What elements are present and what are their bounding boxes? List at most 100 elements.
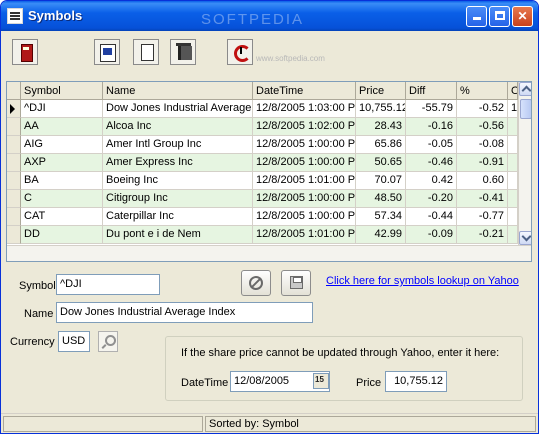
cell-name[interactable]: Citigroup Inc <box>103 190 253 208</box>
currency-input[interactable]: USD <box>58 331 90 352</box>
cell-price[interactable]: 57.34 <box>356 208 406 226</box>
cell-price[interactable]: 65.86 <box>356 136 406 154</box>
cell-percent[interactable]: -0.77 <box>457 208 508 226</box>
trash-icon[interactable] <box>170 39 196 65</box>
cell-percent[interactable]: -0.41 <box>457 190 508 208</box>
cell-diff[interactable]: -0.09 <box>406 226 457 244</box>
cell-name[interactable]: Amer Express Inc <box>103 154 253 172</box>
cell-datetime[interactable]: 12/8/2005 1:01:00 PM <box>253 172 356 190</box>
calendar-icon[interactable] <box>313 373 329 389</box>
cell-datetime[interactable]: 12/8/2005 1:00:00 PM <box>253 208 356 226</box>
cell-percent[interactable]: -0.52 <box>457 100 508 118</box>
horizontal-scrollbar[interactable] <box>7 245 531 261</box>
scroll-down-button[interactable] <box>519 231 531 245</box>
column-header-datetime[interactable]: DateTime <box>253 82 356 100</box>
cell-price[interactable]: 70.07 <box>356 172 406 190</box>
cell-name[interactable]: Amer Intl Group Inc <box>103 136 253 154</box>
cell-diff[interactable]: -0.05 <box>406 136 457 154</box>
cell-symbol[interactable]: BA <box>21 172 103 190</box>
vertical-scrollbar[interactable] <box>518 82 531 245</box>
cell-price[interactable]: 48.50 <box>356 190 406 208</box>
cell-name[interactable]: Boeing Inc <box>103 172 253 190</box>
cell-percent[interactable]: 0.60 <box>457 172 508 190</box>
cell-diff[interactable]: -0.44 <box>406 208 457 226</box>
cell-price[interactable]: 28.43 <box>356 118 406 136</box>
cell-percent[interactable]: -0.08 <box>457 136 508 154</box>
cell-open[interactable] <box>508 208 518 226</box>
column-header-symbol[interactable]: Symbol <box>21 82 103 100</box>
cell-open[interactable] <box>508 118 518 136</box>
cell-symbol[interactable]: AIG <box>21 136 103 154</box>
column-header-name[interactable]: Name <box>103 82 253 100</box>
row-indicator[interactable] <box>7 190 21 208</box>
cell-price[interactable]: 10,755.12 <box>356 100 406 118</box>
column-header-percent[interactable]: % <box>457 82 508 100</box>
cell-diff[interactable]: -55.79 <box>406 100 457 118</box>
cell-diff[interactable]: -0.16 <box>406 118 457 136</box>
cell-open[interactable] <box>508 154 518 172</box>
cell-datetime[interactable]: 12/8/2005 1:01:00 PM <box>253 226 356 244</box>
table-row[interactable]: AIG Amer Intl Group Inc 12/8/2005 1:00:00 … <box>7 136 518 154</box>
cell-datetime[interactable]: 12/8/2005 1:02:00 PM <box>253 118 356 136</box>
table-row[interactable]: BA Boeing Inc 12/8/2005 1:01:00 PM 70.07 0.4… <box>7 172 518 190</box>
scroll-thumb[interactable] <box>520 99 531 119</box>
cell-symbol[interactable]: C <box>21 190 103 208</box>
cell-open[interactable] <box>508 172 518 190</box>
minimize-button[interactable] <box>466 6 487 27</box>
symbols-grid[interactable]: Symbol Name DateTime Price Diff % O ^DJI… <box>6 81 532 262</box>
search-icon[interactable] <box>98 331 118 352</box>
cell-name[interactable]: Alcoa Inc <box>103 118 253 136</box>
cell-datetime[interactable]: 12/8/2005 1:00:00 PM <box>253 154 356 172</box>
cell-price[interactable]: 50.65 <box>356 154 406 172</box>
row-indicator[interactable] <box>7 100 21 118</box>
row-indicator[interactable] <box>7 118 21 136</box>
row-indicator[interactable] <box>7 208 21 226</box>
table-row[interactable]: DD Du pont e i de Nem 12/8/2005 1:01:00 PM… <box>7 226 518 244</box>
cell-diff[interactable]: -0.20 <box>406 190 457 208</box>
cell-datetime[interactable]: 12/8/2005 1:03:00 PM <box>253 100 356 118</box>
cell-name[interactable]: Caterpillar Inc <box>103 208 253 226</box>
column-header-price[interactable]: Price <box>356 82 406 100</box>
cell-price[interactable]: 42.99 <box>356 226 406 244</box>
close-button[interactable]: ✕ <box>512 6 533 27</box>
cell-open[interactable]: 10 <box>508 100 518 118</box>
cell-open[interactable] <box>508 226 518 244</box>
yahoo-lookup-link[interactable]: Click here for symbols lookup on Yahoo <box>326 275 519 287</box>
cell-percent[interactable]: -0.56 <box>457 118 508 136</box>
save-button[interactable] <box>281 270 311 296</box>
cell-percent[interactable]: -0.21 <box>457 226 508 244</box>
cell-symbol[interactable]: CAT <box>21 208 103 226</box>
symbol-input[interactable]: ^DJI <box>56 274 160 295</box>
table-row[interactable]: ^DJIDow Jones Industrial Average Index12… <box>7 100 518 118</box>
import-icon[interactable] <box>94 39 120 65</box>
column-header-diff[interactable]: Diff <box>406 82 457 100</box>
row-indicator[interactable] <box>7 136 21 154</box>
cell-name[interactable]: Dow Jones Industrial Average Index <box>103 100 253 118</box>
column-header-open[interactable]: O <box>508 82 518 100</box>
row-indicator[interactable] <box>7 154 21 172</box>
maximize-button[interactable] <box>489 6 510 27</box>
row-indicator[interactable] <box>7 172 21 190</box>
price-input[interactable]: 10,755.12 <box>385 371 447 392</box>
table-row[interactable]: AXP Amer Express Inc 12/8/2005 1:00:00 PM 5… <box>7 154 518 172</box>
cell-open[interactable] <box>508 190 518 208</box>
new-document-icon[interactable] <box>133 39 159 65</box>
name-input[interactable]: Dow Jones Industrial Average Index <box>56 302 313 323</box>
cell-open[interactable] <box>508 136 518 154</box>
table-row[interactable]: AA Alcoa Inc 12/8/2005 1:02:00 PM 28.43 -0.1… <box>7 118 518 136</box>
exit-icon[interactable] <box>12 39 38 65</box>
cell-name[interactable]: Du pont e i de Nem <box>103 226 253 244</box>
cell-symbol[interactable]: DD <box>21 226 103 244</box>
table-row[interactable]: C Citigroup Inc 12/8/2005 1:00:00 PM 48.50-… <box>7 190 518 208</box>
cancel-button[interactable] <box>241 270 271 296</box>
refresh-icon[interactable] <box>227 39 253 65</box>
cell-diff[interactable]: 0.42 <box>406 172 457 190</box>
row-indicator[interactable] <box>7 226 21 244</box>
cell-datetime[interactable]: 12/8/2005 1:00:00 PM <box>253 190 356 208</box>
cell-symbol[interactable]: ^DJI <box>21 100 103 118</box>
scroll-up-button[interactable] <box>519 82 531 96</box>
table-row[interactable]: CAT Caterpillar Inc 12/8/2005 1:00:00 PM 57… <box>7 208 518 226</box>
cell-symbol[interactable]: AXP <box>21 154 103 172</box>
cell-symbol[interactable]: AA <box>21 118 103 136</box>
cell-diff[interactable]: -0.46 <box>406 154 457 172</box>
